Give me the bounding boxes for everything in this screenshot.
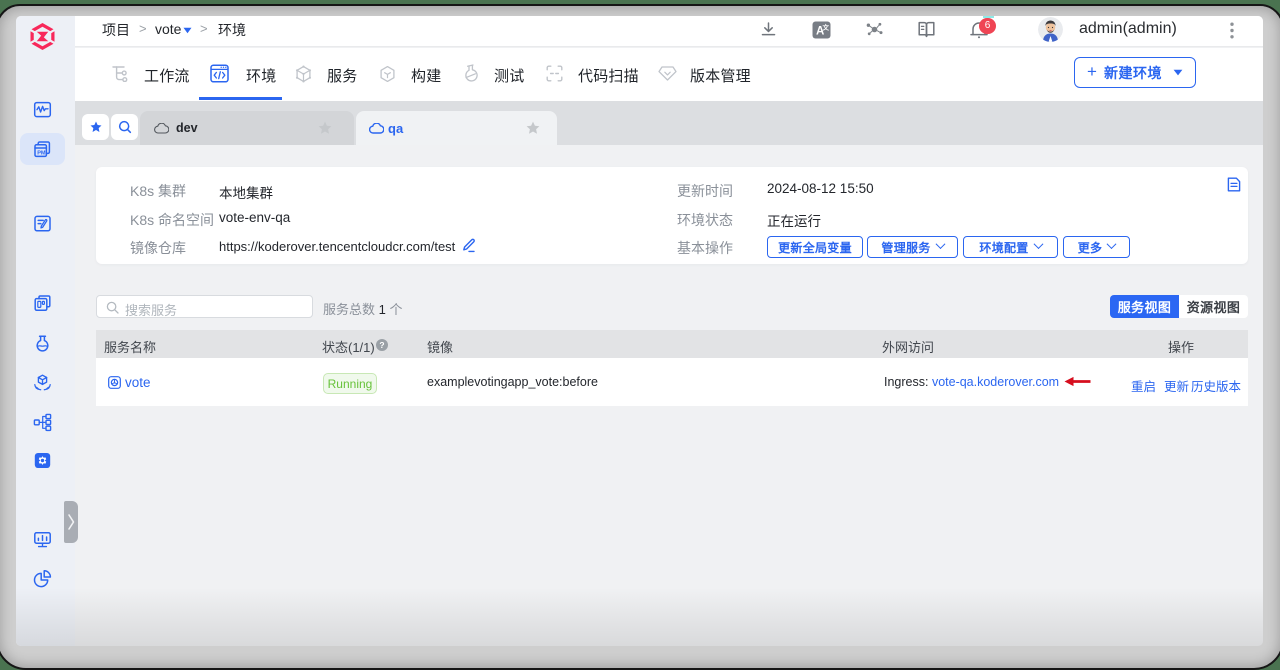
svg-text:PM: PM — [37, 150, 46, 156]
svg-text:?: ? — [379, 339, 384, 349]
svg-text:文: 文 — [822, 23, 830, 32]
